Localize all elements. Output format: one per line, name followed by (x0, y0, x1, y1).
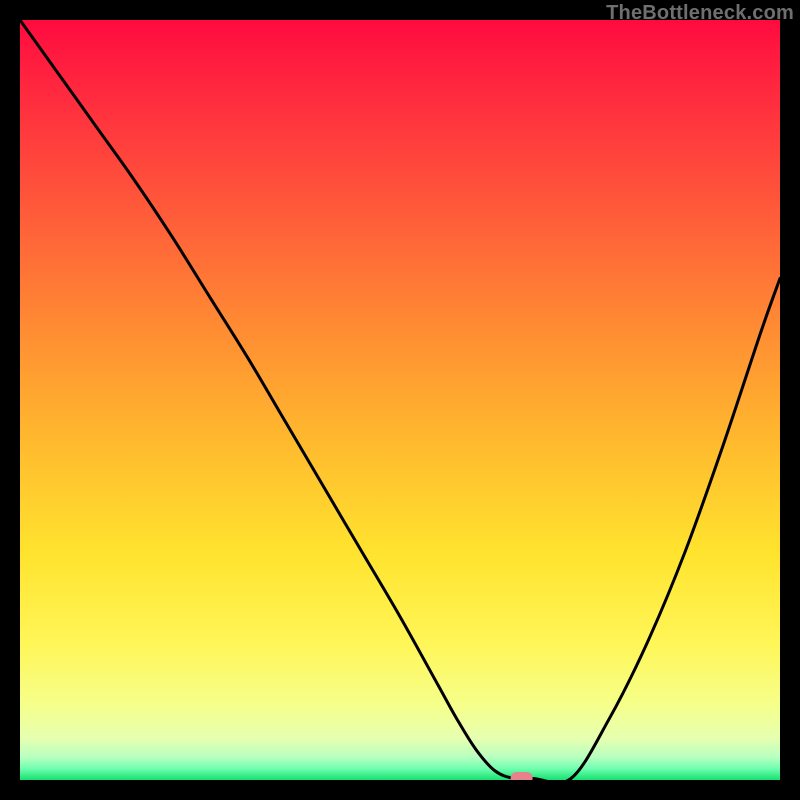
chart-frame: TheBottleneck.com (0, 0, 800, 800)
optimal-marker (511, 772, 533, 780)
plot-area (20, 20, 780, 780)
bottleneck-chart (20, 20, 780, 780)
gradient-background (20, 20, 780, 780)
